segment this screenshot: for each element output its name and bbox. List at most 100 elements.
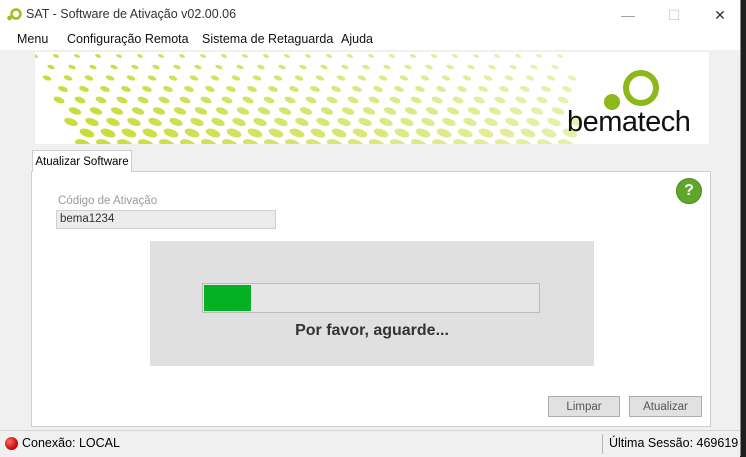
banner-dot	[373, 128, 389, 138]
banner-dot	[494, 96, 506, 104]
banner-dot	[194, 64, 202, 70]
banner-dot	[520, 86, 530, 92]
banner-dot	[278, 107, 292, 115]
banner-dot	[278, 64, 286, 70]
banner-dot	[199, 54, 207, 58]
banner-dot	[222, 139, 238, 144]
banner-dot	[243, 139, 259, 144]
minimize-button[interactable]: —	[605, 0, 651, 30]
window-title: SAT - Software de Ativação v02.00.06	[26, 7, 237, 21]
banner-dot	[75, 139, 91, 144]
banner-dot	[247, 128, 263, 138]
banner-dot	[336, 75, 346, 81]
banner-dot	[310, 86, 320, 92]
menu-bar: Menu Configuração Remota Sistema de Reta…	[0, 30, 740, 50]
banner-dot	[263, 96, 275, 104]
brand-logo-text: bematech	[567, 106, 691, 138]
banner-dot	[347, 96, 359, 104]
banner-dot	[362, 107, 376, 115]
banner-dot	[541, 86, 551, 92]
banner-dot	[404, 64, 412, 70]
banner-dot	[84, 75, 94, 81]
banner-dot	[96, 139, 112, 144]
banner-dot	[257, 107, 271, 115]
banner-dot	[157, 54, 165, 58]
banner-dot	[337, 117, 351, 127]
banner-dot	[368, 96, 380, 104]
banner-dot	[415, 86, 425, 92]
banner-dot	[295, 117, 309, 127]
banner-dot	[341, 107, 355, 115]
maximize-button[interactable]: ☐	[651, 0, 697, 30]
banner-dot	[467, 64, 475, 70]
banner-dot	[310, 128, 326, 138]
banner-dot	[79, 86, 89, 92]
banner-dot	[63, 75, 73, 81]
banner-dot	[400, 117, 414, 127]
banner-dot	[394, 128, 410, 138]
banner-dot	[268, 128, 284, 138]
banner-dot	[420, 75, 430, 81]
title-bar[interactable]: SAT - Software de Ativação v02.00.06 — ☐…	[0, 0, 740, 30]
tab-update-software[interactable]: Atualizar Software	[32, 150, 132, 172]
banner-dot	[431, 96, 443, 104]
menu-item-menu[interactable]: Menu	[17, 32, 48, 46]
banner-dot	[316, 117, 330, 127]
banner-dot	[138, 139, 154, 144]
banner-dot	[425, 107, 439, 115]
banner-dot	[68, 64, 76, 70]
banner-dot	[180, 139, 196, 144]
banner-dot	[516, 139, 532, 144]
banner-dot	[409, 54, 417, 58]
banner-dot	[169, 117, 183, 127]
activation-code-field[interactable]: bema1234	[56, 210, 276, 229]
banner-dot	[390, 139, 406, 144]
banner-dot	[425, 64, 433, 70]
banner-dot	[499, 128, 515, 138]
banner-dot	[35, 54, 39, 58]
banner-dot	[131, 64, 139, 70]
connection-status: Conexão: LOCAL	[22, 436, 120, 450]
banner-dot	[210, 75, 220, 81]
close-button[interactable]: ✕	[697, 0, 743, 30]
banner-dot	[179, 96, 191, 104]
banner-dot	[451, 54, 459, 58]
banner-dot	[268, 86, 278, 92]
question-mark-icon: ?	[684, 182, 694, 199]
banner-dot	[184, 86, 194, 92]
banner-dot	[232, 117, 246, 127]
banner-dot	[453, 139, 469, 144]
banner-dot	[379, 117, 393, 127]
banner-dot	[242, 96, 254, 104]
banner-dot	[389, 96, 401, 104]
clear-button[interactable]: Limpar	[548, 396, 620, 417]
status-divider	[602, 434, 603, 454]
app-logo-icon	[7, 8, 22, 21]
banner-dot	[326, 96, 338, 104]
banner-dot	[163, 128, 179, 138]
update-button[interactable]: Atualizar	[629, 396, 702, 417]
banner-dot	[73, 54, 81, 58]
banner-dot	[488, 107, 502, 115]
menu-item-back-office[interactable]: Sistema de Retaguarda	[202, 32, 333, 46]
banner-dot	[221, 96, 233, 104]
banner-dot	[294, 75, 304, 81]
banner-dot	[399, 75, 409, 81]
banner-dot	[159, 139, 175, 144]
banner-dot	[474, 139, 490, 144]
banner-dot	[226, 128, 242, 138]
connection-status-icon	[5, 437, 18, 450]
banner-dot	[520, 128, 536, 138]
banner-dot	[262, 54, 270, 58]
banner-dot	[283, 54, 291, 58]
minimize-icon: —	[621, 7, 635, 23]
last-session: Última Sessão: 469619	[609, 436, 739, 450]
banner-dot	[457, 128, 473, 138]
menu-item-help[interactable]: Ajuda	[341, 32, 373, 46]
banner-dot	[117, 139, 133, 144]
banner-dot	[515, 96, 527, 104]
help-button[interactable]: ?	[676, 178, 702, 204]
banner-dot	[509, 64, 517, 70]
menu-item-remote-config[interactable]: Configuração Remota	[67, 32, 189, 46]
banner-dot	[115, 54, 123, 58]
